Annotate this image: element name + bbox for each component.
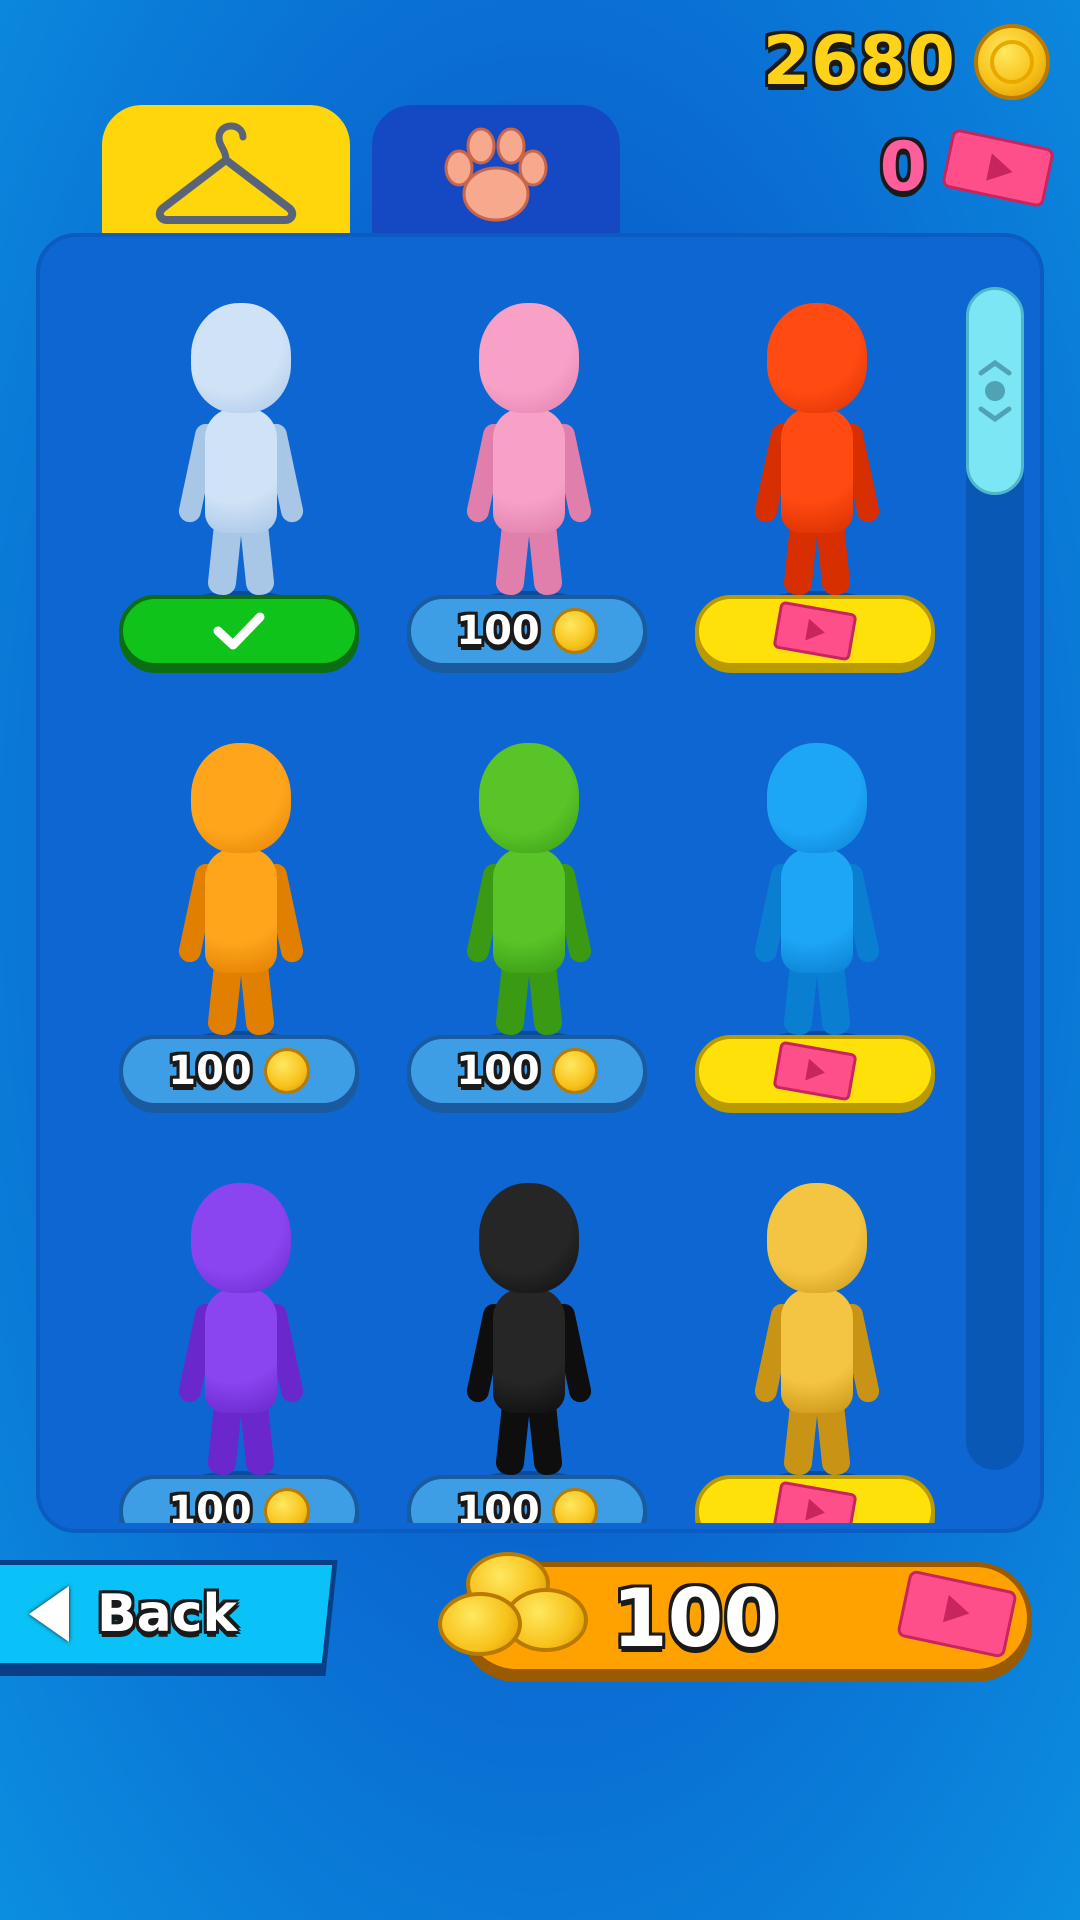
price-label: 100 [168, 1048, 252, 1094]
ticket-icon [772, 1040, 858, 1102]
coin-balance: 2680 [763, 22, 1050, 101]
character-figure [176, 743, 306, 1047]
ticket-icon [772, 600, 858, 662]
buy-button[interactable]: 100 [407, 1035, 647, 1107]
ticket-icon [896, 1569, 1018, 1659]
character-figure [752, 1183, 882, 1487]
coin-icon [974, 23, 1050, 100]
back-arrow-icon [28, 1586, 69, 1642]
coin-icon [551, 1048, 598, 1094]
character-figure [752, 743, 882, 1047]
scrollbar-thumb[interactable] [966, 287, 1024, 495]
buy-button[interactable]: 100 [119, 1035, 359, 1107]
buy-button[interactable]: 100 [407, 1475, 647, 1523]
skin-panel: 100 100 100 100 100 [36, 233, 1044, 1533]
character-figure [464, 1183, 594, 1487]
price-label: 100 [456, 1048, 540, 1094]
character-figure [176, 1183, 306, 1487]
paw-icon [444, 127, 548, 222]
buy-button[interactable]: 100 [119, 1475, 359, 1523]
tab-outfits[interactable] [102, 105, 350, 245]
offer-amount: 100 [612, 1572, 779, 1665]
watch-ad-button[interactable] [695, 1035, 935, 1107]
coin-icon [263, 1048, 310, 1094]
ticket-balance: 0 [879, 127, 1056, 208]
price-label: 100 [456, 1488, 540, 1523]
coin-count: 2680 [762, 22, 956, 101]
check-icon [213, 612, 265, 650]
back-button[interactable]: Back [0, 1560, 338, 1668]
watch-ad-button[interactable] [695, 1475, 935, 1523]
ticket-icon [940, 127, 1056, 208]
coin-icon [551, 1488, 598, 1523]
character-figure [752, 303, 882, 607]
coin-icon [263, 1488, 310, 1523]
back-label: Back [97, 1584, 238, 1644]
buy-button[interactable]: 100 [407, 595, 647, 667]
tab-pets[interactable] [372, 105, 620, 245]
character-figure [464, 303, 594, 607]
price-label: 100 [456, 608, 540, 654]
ticket-icon [772, 1480, 858, 1523]
character-figure [464, 743, 594, 1047]
coin-pile-icon [436, 1548, 596, 1668]
coin-icon [551, 608, 598, 654]
hanger-icon [155, 122, 297, 224]
watch-ad-button[interactable] [695, 595, 935, 667]
ticket-count: 0 [879, 128, 928, 207]
character-figure [176, 303, 306, 607]
price-label: 100 [168, 1488, 252, 1523]
equipped-button[interactable] [119, 595, 359, 667]
skin-grid[interactable]: 100 100 100 100 100 [36, 233, 1044, 1523]
drag-handle-icon [978, 359, 1012, 423]
